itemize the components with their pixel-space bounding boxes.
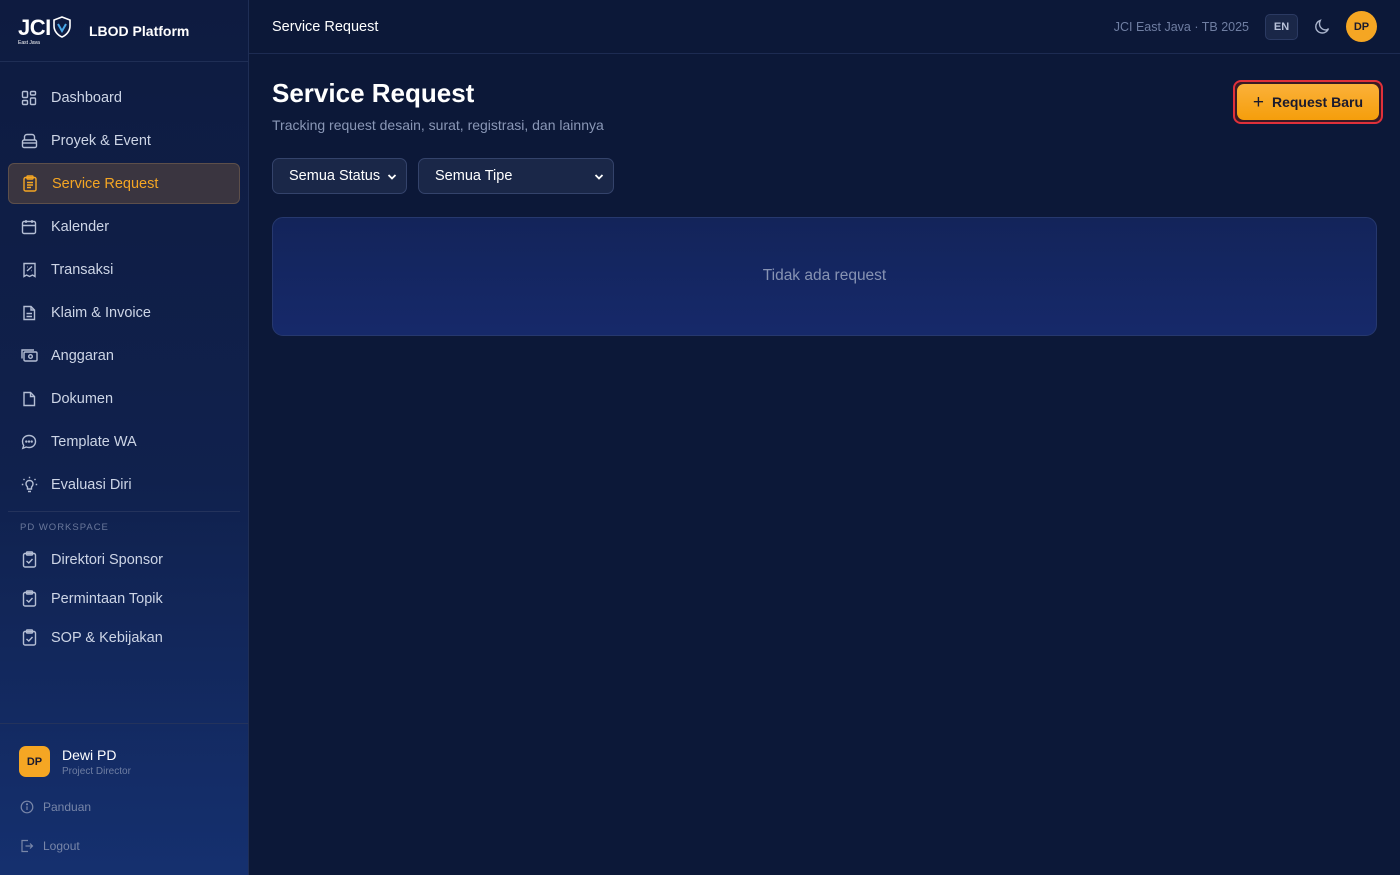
sidebar-item-klaim-invoice[interactable]: Klaim & Invoice [8, 292, 240, 333]
user-profile[interactable]: DP Dewi PD Project Director [0, 724, 248, 777]
lightbulb-icon [20, 476, 38, 494]
user-info: Dewi PD Project Director [62, 747, 131, 777]
sidebar-item-label: Template WA [51, 433, 137, 450]
topbar: Service Request JCI East Java · TB 2025 … [249, 0, 1400, 54]
jci-logo[interactable]: JCI East Java [18, 15, 74, 47]
filter-bar: Semua Status Semua Tipe [272, 158, 1377, 194]
new-request-button-highlight: + Request Baru [1232, 80, 1383, 124]
sidebar-item-label: Kalender [51, 218, 110, 235]
chevron-down-icon [387, 174, 397, 180]
sidebar-item-evaluasi-diri[interactable]: Evaluasi Diri [8, 464, 240, 505]
help-link[interactable]: Panduan [0, 797, 248, 817]
sidebar-footer: DP Dewi PD Project Director Panduan Logo… [0, 723, 248, 875]
section-label-pd-workspace: PD WORKSPACE [20, 522, 109, 533]
empty-state-message: Tidak ada request [762, 267, 887, 284]
user-name: Dewi PD [62, 746, 117, 763]
sidebar-item-label: Permintaan Topik [51, 590, 163, 607]
chevron-down-icon [594, 174, 604, 180]
briefcase-icon [20, 132, 38, 150]
sidebar-item-service-request[interactable]: Service Request [8, 163, 240, 204]
new-request-button[interactable]: + Request Baru [1236, 84, 1379, 120]
moon-icon[interactable] [1312, 17, 1332, 37]
sidebar-item-label: Klaim & Invoice [51, 304, 151, 321]
grid-icon [20, 89, 38, 107]
platform-name: LBOD Platform [89, 22, 190, 39]
wallet-icon [20, 347, 38, 365]
sidebar-item-label: Evaluasi Diri [51, 476, 132, 493]
logout-label: Logout [43, 839, 80, 853]
sidebar-item-proyek-event[interactable]: Proyek & Event [8, 120, 240, 161]
avatar[interactable]: DP [1346, 11, 1377, 42]
receipt-icon [20, 261, 38, 279]
logout-link[interactable]: Logout [0, 836, 248, 856]
new-request-label: Request Baru [1271, 94, 1363, 110]
status-filter-value: Semua Status [289, 168, 381, 184]
org-label: JCI East Java · TB 2025 [1113, 19, 1249, 34]
file-icon [20, 390, 38, 408]
sidebar-item-label: SOP & Kebijakan [51, 629, 163, 646]
sidebar-item-label: Direktori Sponsor [51, 551, 164, 568]
brand-header: JCI East Java LBOD Platform [0, 0, 248, 62]
sidebar-item-label: Proyek & Event [51, 132, 151, 149]
chat-icon [20, 433, 38, 451]
status-filter-select[interactable]: Semua Status [272, 158, 407, 194]
sidebar-item-label: Service Request [52, 175, 159, 192]
sidebar-item-sop-kebijakan[interactable]: SOP & Kebijakan [8, 619, 240, 656]
avatar: DP [19, 746, 50, 777]
sidebar-item-label: Dashboard [51, 89, 122, 106]
clipboard-check-icon [20, 629, 38, 647]
help-label: Panduan [43, 800, 92, 814]
logout-icon [20, 839, 34, 853]
sidebar-item-transaksi[interactable]: Transaksi [8, 249, 240, 290]
sidebar-item-dashboard[interactable]: Dashboard [8, 77, 240, 118]
sidebar-divider [8, 511, 240, 512]
plus-icon: + [1252, 91, 1264, 113]
calendar-icon [20, 218, 38, 236]
type-filter-value: Semua Tipe [435, 168, 513, 184]
main-content: Service Request Tracking request desain,… [272, 54, 1383, 336]
page-subtitle: Tracking request desain, surat, registra… [272, 117, 604, 133]
sidebar-item-permintaan-topik[interactable]: Permintaan Topik [8, 580, 240, 617]
language-toggle[interactable]: EN [1265, 13, 1298, 40]
sidebar: JCI East Java LBOD Platform Dashboard Pr… [0, 0, 249, 875]
sidebar-item-template-wa[interactable]: Template WA [8, 421, 240, 462]
sidebar-item-label: Dokumen [51, 390, 114, 407]
document-icon [20, 304, 38, 322]
user-role: Project Director [62, 765, 131, 777]
sidebar-item-anggaran[interactable]: Anggaran [8, 335, 240, 376]
main-nav: Dashboard Proyek & Event Service Request… [0, 62, 248, 656]
sidebar-item-dokumen[interactable]: Dokumen [8, 378, 240, 419]
topbar-actions: JCI East Java · TB 2025 EN DP [1114, 11, 1377, 42]
sidebar-item-direktori-sponsor[interactable]: Direktori Sponsor [8, 541, 240, 578]
page-title: Service Request [272, 78, 475, 108]
info-icon [20, 800, 34, 814]
clipboard-list-icon [21, 175, 39, 193]
sidebar-item-label: Transaksi [51, 261, 114, 278]
sidebar-item-label: Anggaran [51, 347, 114, 364]
clipboard-check-icon [20, 551, 38, 569]
type-filter-select[interactable]: Semua Tipe [418, 158, 614, 194]
topbar-title: Service Request [272, 18, 379, 35]
sidebar-item-kalender[interactable]: Kalender [8, 206, 240, 247]
shield-logo-icon [53, 15, 71, 38]
clipboard-check-icon [20, 590, 38, 608]
empty-state-card: Tidak ada request [272, 217, 1377, 336]
